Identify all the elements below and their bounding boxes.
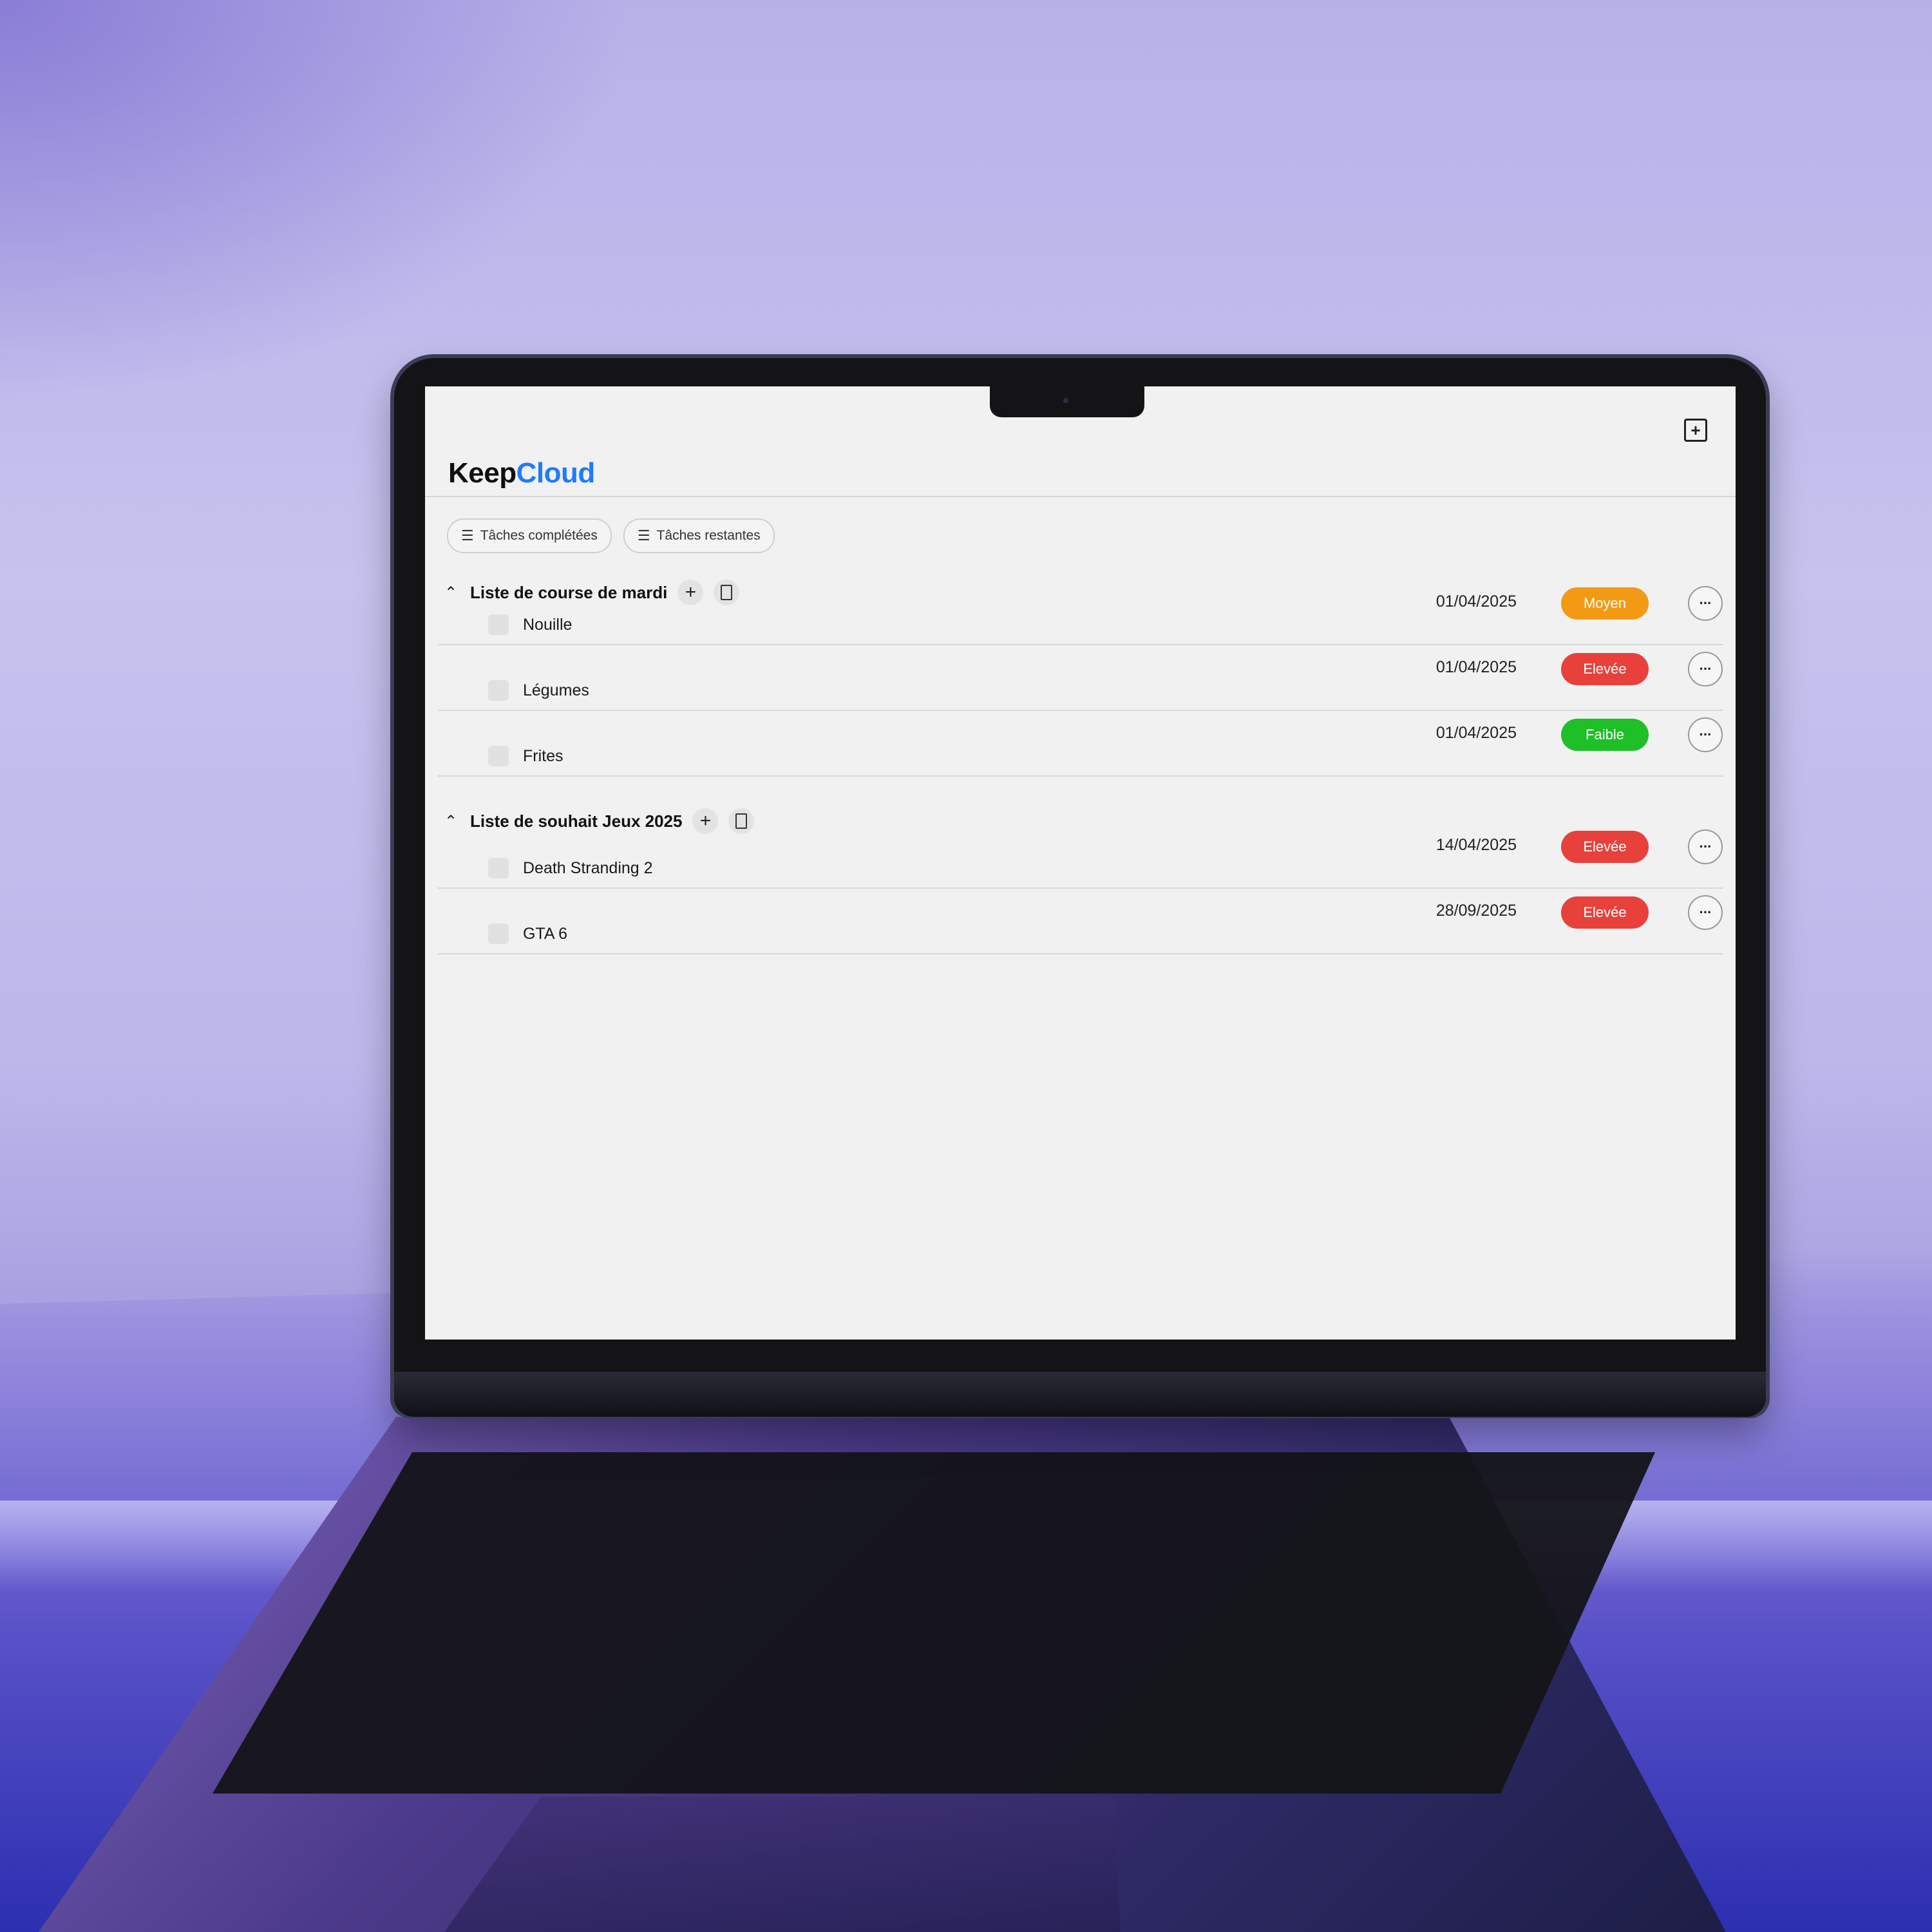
task-checkbox[interactable] (488, 614, 509, 635)
list-icon: ☰ (637, 527, 650, 544)
task-name: Légumes (523, 681, 589, 699)
camera-notch (990, 386, 1144, 417)
keyboard (213, 1452, 1655, 1794)
table-row: Frites 01/04/2025 Faible ··· (438, 711, 1723, 777)
filter-remaining-button[interactable]: ☰ Tâches restantes (623, 518, 775, 553)
list-check-icon: ☰ (461, 527, 474, 544)
more-icon[interactable]: ··· (1688, 717, 1723, 752)
table-row: Légumes 01/04/2025 Elevée ··· (438, 645, 1723, 711)
logo-cloud: Cloud (516, 457, 596, 489)
task-date: 14/04/2025 (1435, 836, 1517, 854)
more-icon[interactable]: ··· (1688, 829, 1723, 864)
task-date: 01/04/2025 (1435, 724, 1517, 742)
more-icon[interactable]: ··· (1688, 652, 1723, 687)
priority-badge[interactable]: Moyen (1561, 587, 1649, 620)
task-checkbox[interactable] (488, 680, 509, 701)
priority-badge[interactable]: Elevée (1561, 831, 1649, 863)
task-checkbox[interactable] (488, 923, 509, 944)
task-date: 01/04/2025 (1435, 592, 1517, 611)
task-name: Death Stranding 2 (523, 859, 653, 877)
task-checkbox[interactable] (488, 746, 509, 766)
filter-remaining-label: Tâches restantes (656, 528, 761, 543)
filter-bar: ☰ Tâches complétées ☰ Tâches restantes (447, 518, 775, 553)
camera (1063, 398, 1068, 403)
logo-keep: Keep (448, 457, 516, 489)
table-row: Nouille 01/04/2025 Moyen ··· (438, 580, 1723, 645)
task-checkbox[interactable] (488, 858, 509, 878)
table-row: Death Stranding 2 14/04/2025 Elevée ··· (438, 823, 1723, 889)
task-name: GTA 6 (523, 925, 568, 943)
plus-square-icon[interactable]: + (1684, 419, 1707, 442)
priority-badge[interactable]: Faible (1561, 719, 1649, 751)
more-icon[interactable]: ··· (1688, 895, 1723, 930)
task-name: Frites (523, 747, 564, 765)
task-date: 28/09/2025 (1435, 902, 1517, 920)
priority-badge[interactable]: Elevée (1561, 896, 1649, 929)
filter-completed-label: Tâches complétées (480, 528, 598, 543)
app-logo[interactable]: KeepCloud (448, 457, 595, 489)
table-row: GTA 6 28/09/2025 Elevée ··· (438, 889, 1723, 954)
laptop-hinge (394, 1372, 1766, 1417)
more-icon[interactable]: ··· (1688, 586, 1723, 621)
filter-completed-button[interactable]: ☰ Tâches complétées (447, 518, 612, 553)
task-name: Nouille (523, 616, 573, 634)
priority-badge[interactable]: Elevée (1561, 653, 1649, 685)
trackpad (444, 1797, 1121, 1932)
app-screen: KeepCloud + ☰ Tâches complétées ☰ Tâches… (425, 386, 1736, 1340)
task-date: 01/04/2025 (1435, 658, 1517, 676)
